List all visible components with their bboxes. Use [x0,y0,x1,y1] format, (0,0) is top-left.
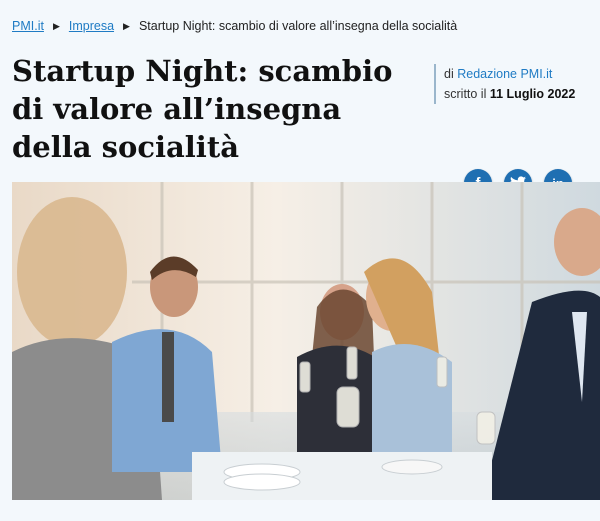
date-prefix: scritto il [444,87,487,101]
article-hero-image [12,182,600,500]
breadcrumb-home-link[interactable]: PMI.it [12,19,44,33]
page-title: Startup Night: scambio di valore all’ins… [12,54,393,164]
article-meta: di Redazione PMI.it scritto il 11 Luglio… [434,64,575,104]
author-link[interactable]: Redazione PMI.it [457,67,552,81]
breadcrumb-section-link[interactable]: Impresa [69,19,114,33]
breadcrumb-current: Startup Night: scambio di valore all’ins… [138,19,458,33]
breadcrumb: PMI.it ▶ Impresa ▶ Startup Night: scambi… [12,19,457,33]
chevron-right-icon: ▶ [52,20,60,31]
publish-date: 11 Luglio 2022 [489,87,576,101]
chevron-right-icon: ▶ [123,20,130,31]
author-prefix: di [444,67,454,81]
